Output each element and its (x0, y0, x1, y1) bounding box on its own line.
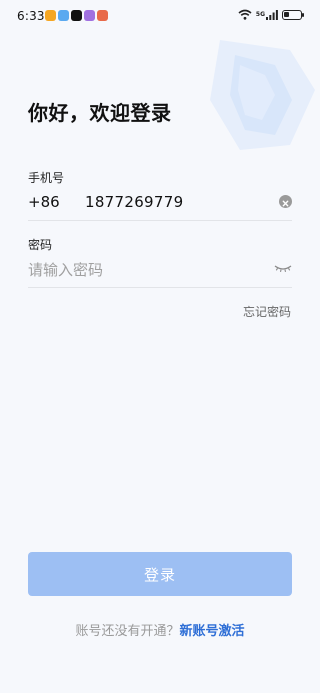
notification-app-icons (45, 10, 108, 21)
battery-level (284, 11, 289, 17)
phone-number-value[interactable]: 1877269779 (85, 193, 183, 211)
activate-account-link[interactable]: 新账号激活 (180, 624, 245, 639)
network-type-label: 5G (255, 11, 265, 18)
blue-app-icon (58, 10, 69, 21)
phone-field[interactable]: +86 1877269779 (28, 191, 292, 217)
status-bar: 6:33 5G (0, 0, 320, 32)
signal-icon (266, 9, 278, 20)
status-time: 6:33 (17, 9, 45, 23)
wifi-icon (238, 9, 252, 20)
password-label: 密码 (28, 238, 53, 252)
account-activation-row: 账号还没有开通？新账号激活 (0, 620, 320, 639)
phone-label: 手机号 (28, 171, 65, 185)
country-code[interactable]: +86 (28, 193, 60, 211)
phone-divider (28, 220, 292, 221)
forgot-password-link[interactable]: 忘记密码 (243, 303, 291, 320)
password-field[interactable] (28, 258, 292, 284)
red-app-icon (97, 10, 108, 21)
clear-icon[interactable] (279, 195, 292, 208)
no-account-prompt: 账号还没有开通？ (75, 624, 180, 639)
battery-icon (282, 9, 304, 20)
login-button[interactable]: 登录 (28, 552, 292, 596)
tiktok-icon (71, 10, 82, 21)
orange-app-icon (45, 10, 56, 21)
purple-app-icon (84, 10, 95, 21)
password-input[interactable] (28, 258, 258, 282)
status-indicators: 5G (238, 9, 304, 20)
page-title: 你好，欢迎登录 (28, 101, 172, 125)
password-divider (28, 287, 292, 288)
eye-closed-icon[interactable] (274, 264, 292, 274)
background-decoration (210, 40, 315, 150)
